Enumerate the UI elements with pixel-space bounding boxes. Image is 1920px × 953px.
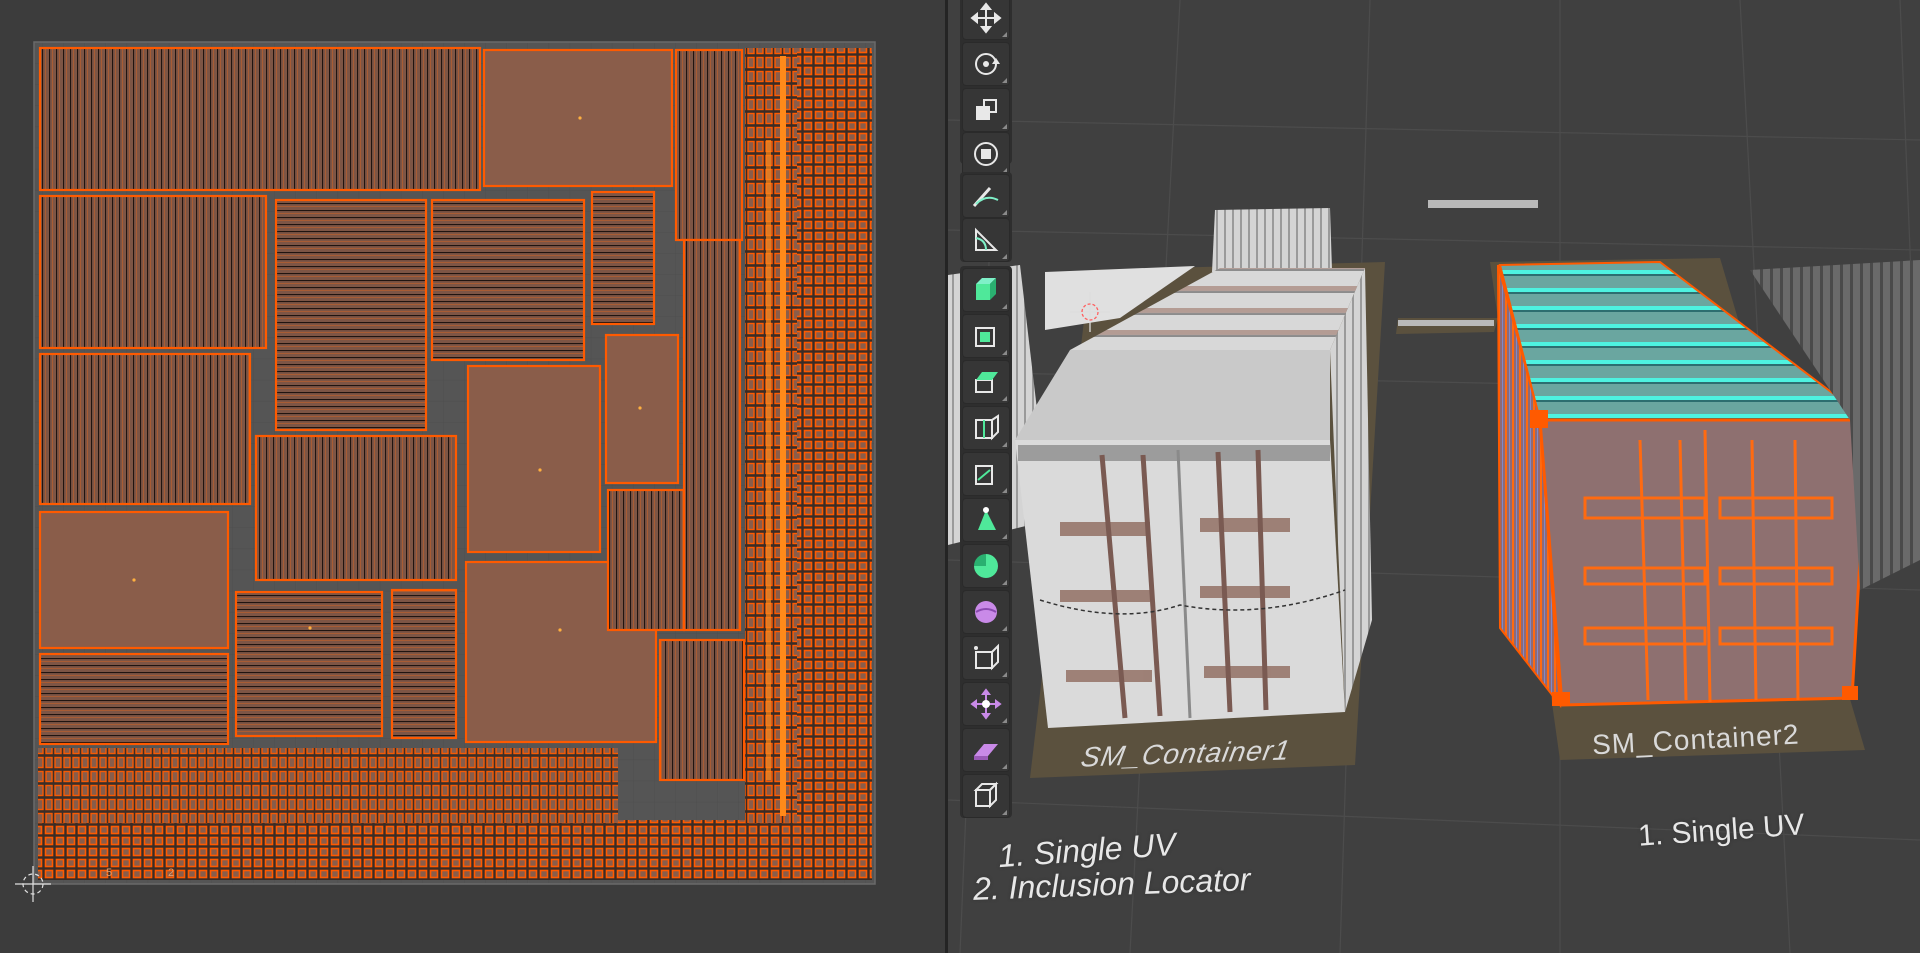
shrink-fatten-tool-button[interactable]	[962, 682, 1010, 726]
shear-tool-button[interactable]	[962, 728, 1010, 772]
rotate-icon	[975, 53, 1000, 75]
loop-cut-icon	[975, 414, 999, 441]
scale-icon	[976, 99, 997, 120]
rip-icon	[973, 781, 999, 809]
edge-slide-icon	[974, 643, 999, 671]
extrude-tool-button[interactable]	[962, 360, 1010, 404]
measure-icon	[975, 227, 999, 251]
shrink-fatten-icon	[970, 688, 1002, 720]
spin-icon	[974, 554, 998, 578]
uv-canvas[interactable]: 5 2	[0, 0, 945, 953]
corner-mark-2: 2	[168, 867, 174, 879]
rotate-tool-button[interactable]	[962, 42, 1010, 86]
inset-icon	[975, 327, 995, 347]
uv-island-roof	[38, 46, 482, 192]
knife-icon	[975, 465, 993, 485]
container1-model	[1015, 268, 1372, 728]
measure-tool-button[interactable]	[962, 218, 1010, 262]
knife-tool-button[interactable]	[962, 452, 1010, 496]
transform-tool-button[interactable]	[962, 132, 1010, 176]
move-tool-button[interactable]	[962, 0, 1010, 40]
smooth-tool-button[interactable]	[962, 590, 1010, 634]
transform-icon	[974, 142, 998, 166]
tool-shelf	[960, 0, 1012, 820]
move-icon	[970, 2, 1002, 34]
rip-region-tool-button[interactable]	[962, 774, 1010, 818]
inset-faces-tool-button[interactable]	[962, 314, 1010, 358]
corner-mark-1: 5	[106, 867, 112, 879]
transform-tools-group	[960, 0, 1012, 176]
uv-islands-right	[795, 48, 872, 823]
add-cube-icon	[976, 278, 996, 300]
uv-islands-bottom	[38, 820, 872, 880]
edge-slide-tool-button[interactable]	[962, 636, 1010, 680]
mesh-tools-group	[960, 266, 1012, 818]
annotate-icon	[972, 187, 999, 207]
floating-bar	[1428, 200, 1538, 208]
uv-editor-panel[interactable]: 5 2	[0, 0, 945, 953]
scale-tool-button[interactable]	[962, 88, 1010, 132]
shear-icon	[974, 744, 998, 760]
poly-build-icon	[978, 507, 996, 530]
poly-build-tool-button[interactable]	[962, 498, 1010, 542]
spin-tool-button[interactable]	[962, 544, 1010, 588]
annotate-tools-group	[960, 172, 1012, 262]
loop-cut-tool-button[interactable]	[962, 406, 1010, 450]
add-cube-tool-button[interactable]	[962, 268, 1010, 312]
extrude-icon	[975, 372, 998, 393]
annotate-tool-button[interactable]	[962, 174, 1010, 218]
smooth-icon	[975, 601, 997, 623]
3d-viewport[interactable]: SM_Container1 SM_Container2 1. Single UV…	[948, 0, 1920, 953]
